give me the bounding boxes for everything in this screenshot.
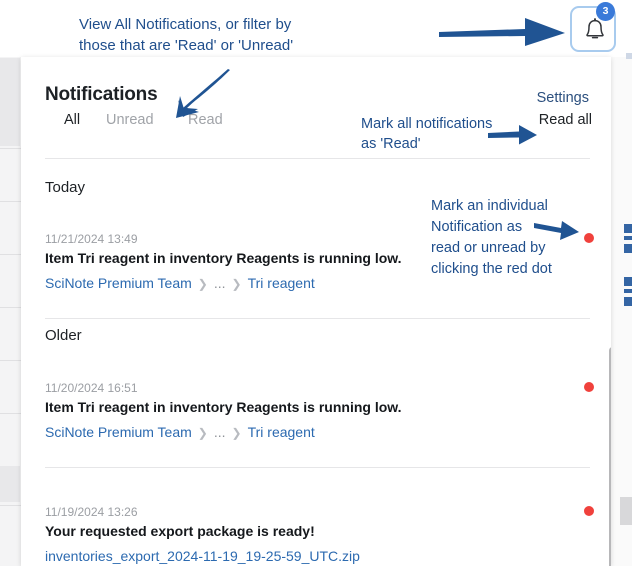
notification-title: Your requested export package is ready! xyxy=(45,523,315,539)
chevron-right-icon: ❯ xyxy=(231,277,242,291)
breadcrumb-item[interactable]: Tri reagent xyxy=(248,275,315,291)
breadcrumb-team[interactable]: SciNote Premium Team xyxy=(45,424,192,440)
arrow-to-bell-icon xyxy=(439,18,565,46)
notification-title: Item Tri reagent in inventory Reagents i… xyxy=(45,250,402,266)
notification-timestamp: 11/21/2024 13:49 xyxy=(45,232,138,246)
notification-count-badge: 3 xyxy=(596,2,615,21)
arrow-to-tabs-icon xyxy=(176,69,230,118)
background-fragment xyxy=(624,289,632,293)
unread-dot[interactable] xyxy=(584,233,594,243)
background-fragment xyxy=(624,244,632,253)
breadcrumb-team[interactable]: SciNote Premium Team xyxy=(45,275,192,291)
notifications-screenshot: Notifications Settings All Unread Read R… xyxy=(0,0,632,566)
breadcrumb-ellipsis[interactable]: ... xyxy=(214,424,226,440)
arrow-to-unread-dot-icon xyxy=(534,221,579,240)
notification-timestamp: 11/19/2024 13:26 xyxy=(45,505,138,519)
background-divider xyxy=(0,148,21,149)
background-divider xyxy=(0,201,21,202)
group-label-older: Older xyxy=(45,327,82,344)
notification-title: Item Tri reagent in inventory Reagents i… xyxy=(45,399,402,415)
list-item[interactable]: 11/19/2024 13:26 Your requested export p… xyxy=(21,505,611,566)
background-divider xyxy=(0,413,21,414)
settings-link[interactable]: Settings xyxy=(537,90,589,106)
background-divider xyxy=(0,254,21,255)
list-divider xyxy=(45,467,590,468)
annotation-filter-tabs: View All Notifications, or filter by tho… xyxy=(79,16,294,54)
annotation-read-all: Mark all notifications as 'Read' xyxy=(361,116,493,152)
tab-unread[interactable]: Unread xyxy=(106,112,154,128)
unread-dot[interactable] xyxy=(584,506,594,516)
notification-timestamp: 11/20/2024 16:51 xyxy=(45,381,138,395)
breadcrumb: SciNote Premium Team ❯... ❯ Tri reagent xyxy=(45,424,315,440)
background-block xyxy=(0,466,20,502)
background-divider xyxy=(0,505,21,506)
chevron-right-icon: ❯ xyxy=(231,426,242,440)
background-divider xyxy=(0,307,21,308)
export-file-link[interactable]: inventories_export_2024-11-19_19-25-59_U… xyxy=(45,548,360,564)
read-all-button[interactable]: Read all xyxy=(539,112,592,128)
group-label-today: Today xyxy=(45,179,86,196)
background-divider xyxy=(0,360,21,361)
chevron-right-icon: ❯ xyxy=(197,426,208,440)
background-fragment xyxy=(626,53,632,59)
chevron-right-icon: ❯ xyxy=(197,277,208,291)
background-fragment xyxy=(624,297,632,306)
notifications-bell-button[interactable]: 3 xyxy=(570,2,616,52)
background-block xyxy=(0,58,20,146)
scrollbar-thumb[interactable] xyxy=(609,347,611,566)
breadcrumb: SciNote Premium Team ❯... ❯ Tri reagent xyxy=(45,275,315,291)
background-fragment xyxy=(624,224,632,233)
background-fragment xyxy=(620,497,632,525)
breadcrumb-ellipsis[interactable]: ... xyxy=(214,275,226,291)
arrow-to-read-all-icon xyxy=(488,125,537,145)
breadcrumb-item[interactable]: Tri reagent xyxy=(248,424,315,440)
tab-all[interactable]: All xyxy=(64,112,80,128)
unread-dot[interactable] xyxy=(584,382,594,392)
page-title: Notifications xyxy=(45,84,158,105)
background-fragment xyxy=(624,236,632,240)
background-fragment xyxy=(624,277,632,286)
list-item[interactable]: 11/20/2024 16:51 Item Tri reagent in inv… xyxy=(21,381,611,443)
bell-icon xyxy=(586,18,604,39)
panel-header: Notifications Settings xyxy=(21,57,611,112)
list-divider xyxy=(45,318,590,319)
